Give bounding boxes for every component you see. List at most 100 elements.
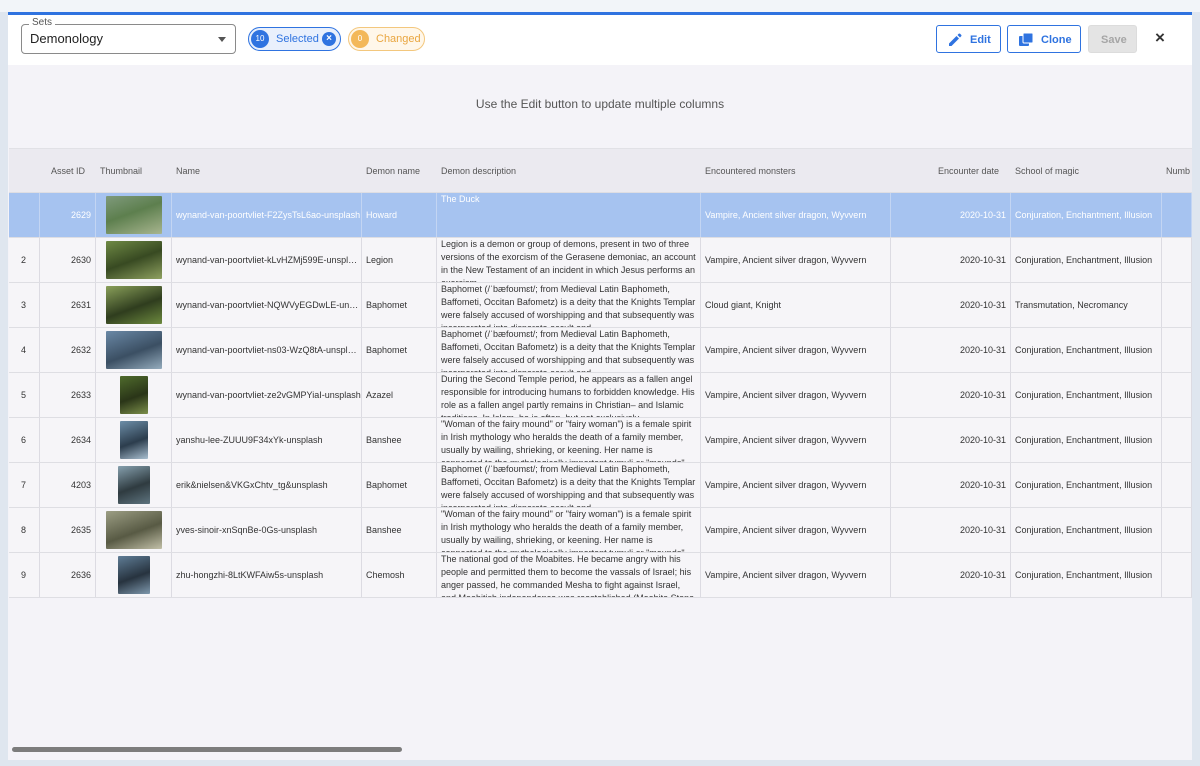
column-header-demon-description[interactable]: Demon description (441, 149, 516, 193)
demon-description-cell[interactable]: Baphomet (/ˈbæfoʊmɛt/; from Medieval Lat… (437, 463, 701, 507)
school-of-magic-cell[interactable]: Conjuration, Enchantment, Illusion (1011, 553, 1162, 597)
encountered-monsters-cell[interactable]: Vampire, Ancient silver dragon, Wyvvern (701, 463, 891, 507)
close-icon[interactable]: × (1151, 29, 1169, 47)
name-cell[interactable]: erik&nielsen&VKGxChtv_tg&unsplash (172, 463, 362, 507)
demon-description-cell[interactable]: Legion is a demon or group of demons, pr… (437, 238, 701, 282)
demon-name-cell[interactable]: Baphomet (362, 283, 437, 327)
edit-button[interactable]: Edit (936, 25, 1001, 53)
number-cell[interactable] (1162, 328, 1192, 372)
number-cell[interactable] (1162, 418, 1192, 462)
school-of-magic-cell[interactable]: Conjuration, Enchantment, Illusion (1011, 238, 1162, 282)
thumbnail-cell[interactable] (96, 553, 172, 597)
encounter-date-cell[interactable]: 2020-10-31 (891, 463, 1011, 507)
asset-id-cell[interactable]: 2634 (40, 418, 96, 462)
name-cell[interactable]: wynand-van-poortvliet-NQWVyEGDwLE-unspl.… (172, 283, 362, 327)
table-row[interactable]: 4 2632 wynand-van-poortvliet-ns03-WzQ8tA-u… (9, 328, 1192, 373)
clear-selection-icon[interactable]: × (322, 32, 336, 46)
row-index[interactable]: 3 (9, 283, 40, 327)
school-of-magic-cell[interactable]: Conjuration, Enchantment, Illusion (1011, 373, 1162, 417)
demon-description-cell[interactable]: The Duck (437, 193, 701, 237)
asset-id-cell[interactable]: 2630 (40, 238, 96, 282)
encounter-date-cell[interactable]: 2020-10-31 (891, 328, 1011, 372)
column-header-demon-name[interactable]: Demon name (366, 149, 420, 193)
row-index[interactable]: 2 (9, 238, 40, 282)
column-header-number[interactable]: Numb (1166, 149, 1190, 193)
number-cell[interactable] (1162, 193, 1192, 237)
demon-name-cell[interactable]: Howard (362, 193, 437, 237)
name-cell[interactable]: yanshu-lee-ZUUU9F34xYk-unsplash (172, 418, 362, 462)
encountered-monsters-cell[interactable]: Vampire, Ancient silver dragon, Wyvvern (701, 193, 891, 237)
number-cell[interactable] (1162, 553, 1192, 597)
asset-id-cell[interactable]: 2632 (40, 328, 96, 372)
table-row[interactable]: 3 2631 wynand-van-poortvliet-NQWVyEGDwLE-u… (9, 283, 1192, 328)
school-of-magic-cell[interactable]: Transmutation, Necromancy (1011, 283, 1162, 327)
encounter-date-cell[interactable]: 2020-10-31 (891, 553, 1011, 597)
encounter-date-cell[interactable]: 2020-10-31 (891, 373, 1011, 417)
table-row[interactable]: 8 2635 yves-sinoir-xnSqnBe-0Gs-unsplash Ban… (9, 508, 1192, 553)
row-index[interactable]: 5 (9, 373, 40, 417)
row-index[interactable]: 4 (9, 328, 40, 372)
demon-name-cell[interactable]: Baphomet (362, 328, 437, 372)
column-header-asset-id[interactable]: Asset ID (51, 149, 85, 193)
encounter-date-cell[interactable]: 2020-10-31 (891, 238, 1011, 282)
demon-name-cell[interactable]: Baphomet (362, 463, 437, 507)
asset-id-cell[interactable]: 2633 (40, 373, 96, 417)
asset-id-cell[interactable]: 2629 (40, 193, 96, 237)
demon-description-cell[interactable]: The national god of the Moabites. He bec… (437, 553, 701, 597)
row-index[interactable]: 9 (9, 553, 40, 597)
demon-description-cell[interactable]: During the Second Temple period, he appe… (437, 373, 701, 417)
thumbnail-cell[interactable] (96, 508, 172, 552)
encountered-monsters-cell[interactable]: Vampire, Ancient silver dragon, Wyvvern (701, 418, 891, 462)
school-of-magic-cell[interactable]: Conjuration, Enchantment, Illusion (1011, 463, 1162, 507)
demon-description-cell[interactable]: Baphomet (/ˈbæfoʊmɛt/; from Medieval Lat… (437, 283, 701, 327)
number-cell[interactable] (1162, 238, 1192, 282)
demon-name-cell[interactable]: Legion (362, 238, 437, 282)
number-cell[interactable] (1162, 508, 1192, 552)
table-row[interactable]: 2629 wynand-van-poortvliet-F2ZysTsL6ao-un… (9, 193, 1192, 238)
name-cell[interactable]: wynand-van-poortvliet-ze2vGMPYiaI-unspla… (172, 373, 362, 417)
demon-name-cell[interactable]: Banshee (362, 418, 437, 462)
asset-id-cell[interactable]: 2631 (40, 283, 96, 327)
school-of-magic-cell[interactable]: Conjuration, Enchantment, Illusion (1011, 328, 1162, 372)
asset-id-cell[interactable]: 2636 (40, 553, 96, 597)
horizontal-scrollbar[interactable] (12, 747, 402, 752)
name-cell[interactable]: zhu-hongzhi-8LtKWFAiw5s-unsplash (172, 553, 362, 597)
table-row[interactable]: 2 2630 wynand-van-poortvliet-kLvHZMj599E-u… (9, 238, 1192, 283)
number-cell[interactable] (1162, 283, 1192, 327)
table-row[interactable]: 5 2633 wynand-van-poortvliet-ze2vGMPYiaI-u… (9, 373, 1192, 418)
table-row[interactable]: 6 2634 yanshu-lee-ZUUU9F34xYk-unsplash Bans… (9, 418, 1192, 463)
number-cell[interactable] (1162, 463, 1192, 507)
encountered-monsters-cell[interactable]: Vampire, Ancient silver dragon, Wyvvern (701, 373, 891, 417)
encountered-monsters-cell[interactable]: Cloud giant, Knight (701, 283, 891, 327)
thumbnail-cell[interactable] (96, 463, 172, 507)
encounter-date-cell[interactable]: 2020-10-31 (891, 418, 1011, 462)
selected-chip[interactable]: 10 Selected × (248, 27, 341, 51)
demon-name-cell[interactable]: Banshee (362, 508, 437, 552)
column-header-school-of-magic[interactable]: School of magic (1015, 149, 1079, 193)
thumbnail-cell[interactable] (96, 328, 172, 372)
demon-description-cell[interactable]: "Woman of the fairy mound" or "fairy wom… (437, 508, 701, 552)
name-cell[interactable]: wynand-van-poortvliet-kLvHZMj599E-unspla… (172, 238, 362, 282)
encountered-monsters-cell[interactable]: Vampire, Ancient silver dragon, Wyvvern (701, 328, 891, 372)
name-cell[interactable]: wynand-van-poortvliet-F2ZysTsL6ao-unspla… (172, 193, 362, 237)
thumbnail-cell[interactable] (96, 238, 172, 282)
thumbnail-cell[interactable] (96, 373, 172, 417)
school-of-magic-cell[interactable]: Conjuration, Enchantment, Illusion (1011, 193, 1162, 237)
table-row[interactable]: 9 2636 zhu-hongzhi-8LtKWFAiw5s-unsplash Che… (9, 553, 1192, 598)
demon-name-cell[interactable]: Azazel (362, 373, 437, 417)
column-header-encounter-date[interactable]: Encounter date (938, 149, 999, 193)
name-cell[interactable]: wynand-van-poortvliet-ns03-WzQ8tA-unspla… (172, 328, 362, 372)
asset-id-cell[interactable]: 4203 (40, 463, 96, 507)
row-index[interactable]: 6 (9, 418, 40, 462)
thumbnail-cell[interactable] (96, 418, 172, 462)
encounter-date-cell[interactable]: 2020-10-31 (891, 508, 1011, 552)
row-index[interactable]: 7 (9, 463, 40, 507)
school-of-magic-cell[interactable]: Conjuration, Enchantment, Illusion (1011, 508, 1162, 552)
number-cell[interactable] (1162, 373, 1192, 417)
save-button[interactable]: Save (1088, 25, 1137, 53)
sets-select[interactable]: Sets Demonology (21, 17, 236, 54)
column-header-name[interactable]: Name (176, 149, 200, 193)
thumbnail-cell[interactable] (96, 283, 172, 327)
encounter-date-cell[interactable]: 2020-10-31 (891, 283, 1011, 327)
demon-description-cell[interactable]: "Woman of the fairy mound" or "fairy wom… (437, 418, 701, 462)
